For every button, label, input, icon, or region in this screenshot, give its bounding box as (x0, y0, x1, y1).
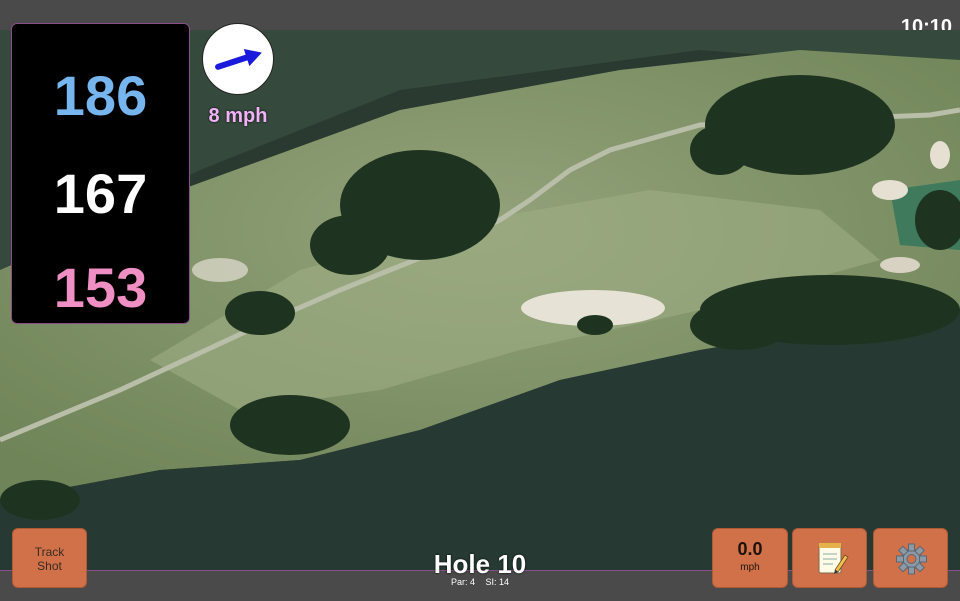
track-shot-button[interactable]: Track Shot (12, 528, 87, 588)
front-distance: 153 (53, 256, 148, 319)
hole-stroke-index: SI: 14 (485, 577, 510, 587)
back-distance: 186 (53, 64, 148, 127)
speed-button[interactable]: 0.0 mph (712, 528, 788, 588)
track-shot-label-line2: Shot (37, 559, 62, 573)
notes-button[interactable] (792, 528, 867, 588)
speed-unit: mph (740, 562, 760, 573)
settings-button[interactable] (873, 528, 948, 588)
distance-panel: 186 167 153 (11, 23, 190, 324)
notepad-icon (818, 543, 849, 574)
wind-indicator (202, 23, 274, 95)
speed-value: 0.0 (737, 539, 763, 559)
wind-speed-label: 8 mph (208, 105, 268, 127)
track-shot-label: Track Shot (13, 545, 86, 573)
hole-title: Hole 10 (433, 549, 527, 579)
track-shot-label-line1: Track (34, 545, 65, 559)
wind-arrow-icon (215, 48, 262, 70)
hole-info: Par: 4 SI: 14 (380, 577, 580, 587)
gear-icon (896, 543, 927, 575)
center-distance: 167 (53, 162, 148, 225)
hole-par: Par: 4 (450, 577, 475, 587)
